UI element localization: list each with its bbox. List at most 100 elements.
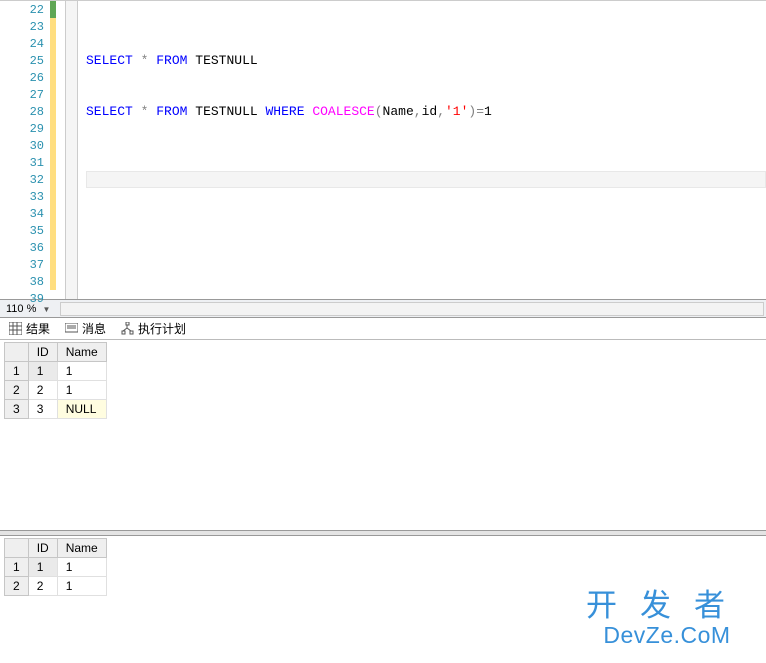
change-marker [50, 239, 56, 256]
line-number-row: 22 [0, 1, 65, 18]
cell[interactable]: 1 [28, 362, 57, 381]
code-line[interactable] [86, 273, 766, 290]
grid-corner[interactable] [5, 539, 29, 558]
row-header[interactable]: 1 [5, 362, 29, 381]
line-number-row: 23 [0, 18, 65, 35]
change-marker [50, 171, 56, 188]
row-header[interactable]: 2 [5, 381, 29, 400]
row-header[interactable]: 2 [5, 577, 29, 596]
code-line[interactable] [86, 1, 766, 18]
table-row[interactable]: 33NULL [5, 400, 107, 419]
change-marker [50, 154, 56, 171]
cell[interactable]: 1 [57, 558, 106, 577]
table-row[interactable]: 111 [5, 362, 107, 381]
line-number-row: 36 [0, 239, 65, 256]
change-marker [50, 120, 56, 137]
cell[interactable]: 1 [28, 558, 57, 577]
sql-editor[interactable]: 222324252627282930313233343536373839 SEL… [0, 0, 766, 300]
change-marker [50, 137, 56, 154]
column-header[interactable]: ID [28, 539, 57, 558]
code-area[interactable]: SELECT * FROM TESTNULL SELECT * FROM TEST… [78, 1, 766, 299]
code-line[interactable]: SELECT * FROM TESTNULL WHERE COALESCE(Na… [86, 103, 766, 120]
code-line[interactable] [86, 205, 766, 222]
tab-results-label: 结果 [26, 320, 50, 337]
line-gutter: 222324252627282930313233343536373839 [0, 1, 66, 299]
line-number-row: 29 [0, 120, 65, 137]
line-number: 32 [0, 173, 50, 187]
change-marker [50, 256, 56, 273]
line-number: 25 [0, 54, 50, 68]
tab-messages-label: 消息 [82, 320, 106, 337]
horizontal-scrollbar[interactable] [60, 302, 764, 316]
line-number-row: 39 [0, 290, 65, 307]
line-number: 26 [0, 71, 50, 85]
code-line[interactable] [86, 86, 766, 103]
table-row[interactable]: 221 [5, 381, 107, 400]
outline-bar [66, 1, 78, 299]
line-number-row: 33 [0, 188, 65, 205]
line-number-row: 24 [0, 35, 65, 52]
code-line[interactable]: SELECT * FROM TESTNULL [86, 52, 766, 69]
tab-execution-plan[interactable]: 执行计划 [116, 318, 196, 339]
line-number-row: 26 [0, 69, 65, 86]
code-line[interactable] [86, 120, 766, 137]
grid-corner[interactable] [5, 343, 29, 362]
change-marker [50, 273, 56, 290]
result-grid-1[interactable]: IDName11122133NULL [4, 342, 107, 419]
cell[interactable]: 3 [28, 400, 57, 419]
cell[interactable]: NULL [57, 400, 106, 419]
line-number-row: 32 [0, 171, 65, 188]
change-marker [50, 86, 56, 103]
line-number: 28 [0, 105, 50, 119]
results-pane-2: IDName111221 [0, 536, 766, 642]
code-line[interactable] [86, 137, 766, 154]
tab-plan-label: 执行计划 [138, 320, 186, 337]
row-header[interactable]: 3 [5, 400, 29, 419]
messages-icon [64, 322, 78, 336]
cell[interactable]: 1 [57, 381, 106, 400]
code-line[interactable] [86, 239, 766, 256]
line-number: 23 [0, 20, 50, 34]
results-tab-bar: 结果 消息 执行计划 [0, 318, 766, 340]
line-number-row: 37 [0, 256, 65, 273]
line-number-row: 35 [0, 222, 65, 239]
zoom-bar: 110 % ▼ [0, 300, 766, 318]
result-grid-2[interactable]: IDName111221 [4, 538, 107, 596]
cell[interactable]: 2 [28, 577, 57, 596]
line-number: 37 [0, 258, 50, 272]
table-row[interactable]: 111 [5, 558, 107, 577]
line-number: 31 [0, 156, 50, 170]
cell[interactable]: 1 [57, 362, 106, 381]
line-number-row: 34 [0, 205, 65, 222]
code-line[interactable] [86, 154, 766, 171]
row-header[interactable]: 1 [5, 558, 29, 577]
line-number: 24 [0, 37, 50, 51]
change-marker [50, 69, 56, 86]
tab-results[interactable]: 结果 [4, 318, 60, 339]
code-line[interactable] [86, 18, 766, 35]
code-line[interactable] [86, 69, 766, 86]
tab-messages[interactable]: 消息 [60, 318, 116, 339]
code-line[interactable] [86, 171, 766, 188]
code-line[interactable] [86, 35, 766, 52]
line-number-row: 31 [0, 154, 65, 171]
change-marker [50, 103, 56, 120]
change-marker [50, 188, 56, 205]
column-header[interactable]: Name [57, 539, 106, 558]
grid-icon [8, 322, 22, 336]
code-line[interactable] [86, 222, 766, 239]
line-number: 33 [0, 190, 50, 204]
cell[interactable]: 2 [28, 381, 57, 400]
code-line[interactable] [86, 256, 766, 273]
line-number: 29 [0, 122, 50, 136]
line-number: 36 [0, 241, 50, 255]
line-number-row: 28 [0, 103, 65, 120]
table-row[interactable]: 221 [5, 577, 107, 596]
line-number: 34 [0, 207, 50, 221]
column-header[interactable]: Name [57, 343, 106, 362]
change-marker [50, 35, 56, 52]
change-marker [50, 18, 56, 35]
column-header[interactable]: ID [28, 343, 57, 362]
code-line[interactable] [86, 188, 766, 205]
cell[interactable]: 1 [57, 577, 106, 596]
